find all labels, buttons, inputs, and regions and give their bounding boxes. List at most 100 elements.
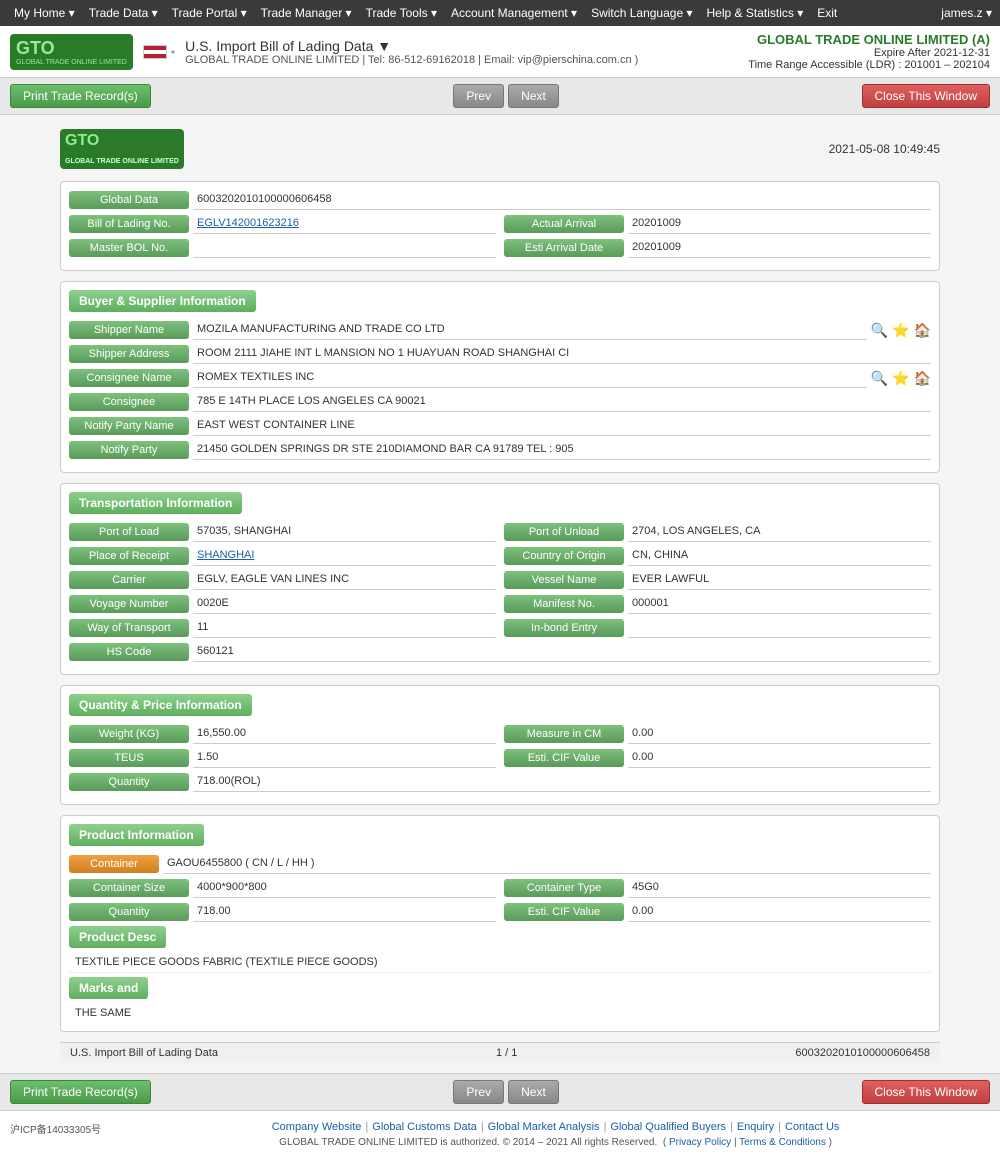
vessel-name-col: Vessel Name EVER LAWFUL <box>504 570 931 590</box>
place-receipt-col: Place of Receipt SHANGHAI <box>69 546 496 566</box>
weight-value: 16,550.00 <box>193 724 496 744</box>
measure-value: 0.00 <box>628 724 931 744</box>
notify-party-value: 21450 GOLDEN SPRINGS DR STE 210DIAMOND B… <box>193 440 931 460</box>
bol-value[interactable]: EGLV142001623216 <box>193 214 496 234</box>
quantity-value: 718.00(ROL) <box>193 772 931 792</box>
global-market-link[interactable]: Global Market Analysis <box>488 1121 600 1133</box>
notify-party-name-value: EAST WEST CONTAINER LINE <box>193 416 931 436</box>
product-esti-cif-label: Esti. CIF Value <box>504 903 624 921</box>
shipper-address-label: Shipper Address <box>69 345 189 363</box>
notify-party-name-label: Notify Party Name <box>69 417 189 435</box>
consignee-star-icon[interactable]: ⭐ <box>892 370 909 387</box>
place-receipt-value[interactable]: SHANGHAI <box>193 546 496 566</box>
esti-cif-col: Esti. CIF Value 0.00 <box>504 748 931 768</box>
close-button-bottom[interactable]: Close This Window <box>862 1080 990 1104</box>
next-button-top[interactable]: Next <box>508 84 559 108</box>
company-website-link[interactable]: Company Website <box>272 1121 362 1133</box>
port-load-row: Port of Load 57035, SHANGHAI Port of Unl… <box>69 522 931 542</box>
page-title[interactable]: U.S. Import Bill of Lading Data ▼ <box>185 38 638 54</box>
nav-trade-data[interactable]: Trade Data ▾ <box>83 4 164 22</box>
pagination-bar: U.S. Import Bill of Lading Data 1 / 1 60… <box>60 1042 940 1063</box>
product-desc-section-label: Product Desc <box>69 926 166 948</box>
time-range: Time Range Accessible (LDR) : 201001 – 2… <box>748 59 990 71</box>
terms-conditions-link[interactable]: Terms & Conditions <box>739 1137 826 1148</box>
privacy-policy-link[interactable]: Privacy Policy <box>669 1137 731 1148</box>
actual-arrival-label: Actual Arrival <box>504 215 624 233</box>
carrier-value: EGLV, EAGLE VAN LINES INC <box>193 570 496 590</box>
product-quantity-label: Quantity <box>69 903 189 921</box>
container-type-col: Container Type 45G0 <box>504 878 931 898</box>
port-load-label: Port of Load <box>69 523 189 541</box>
nav-help-statistics[interactable]: Help & Statistics ▾ <box>701 4 810 22</box>
in-bond-label: In-bond Entry <box>504 619 624 637</box>
container-size-row: Container Size 4000*900*800 Container Ty… <box>69 878 931 898</box>
print-record-button-bottom[interactable]: Print Trade Record(s) <box>10 1080 151 1104</box>
product-quantity-value: 718.00 <box>193 902 496 922</box>
nav-trade-portal[interactable]: Trade Portal ▾ <box>166 4 253 22</box>
footer: 沪ICP备14033305号 Company Website | Global … <box>0 1110 1000 1158</box>
container-size-value: 4000*900*800 <box>193 878 496 898</box>
user-info[interactable]: james.z ▾ <box>941 6 992 20</box>
way-transport-col: Way of Transport 11 <box>69 618 496 638</box>
way-transport-label: Way of Transport <box>69 619 189 637</box>
nav-trade-tools[interactable]: Trade Tools ▾ <box>360 4 443 22</box>
record-logo-img: GTO GLOBAL TRADE ONLINE LIMITED <box>60 129 184 169</box>
nav-account-management[interactable]: Account Management ▾ <box>445 4 583 22</box>
bol-row: Bill of Lading No. EGLV142001623216 Actu… <box>69 214 931 234</box>
country-origin-col: Country of Origin CN, CHINA <box>504 546 931 566</box>
nav-switch-language[interactable]: Switch Language ▾ <box>585 4 698 22</box>
record-datetime: 2021-05-08 10:49:45 <box>829 142 940 156</box>
close-button-top[interactable]: Close This Window <box>862 84 990 108</box>
home-icon[interactable]: 🏠 <box>914 322 931 339</box>
notify-party-name-row: Notify Party Name EAST WEST CONTAINER LI… <box>69 416 931 436</box>
shipper-address-value: ROOM 2111 JIAHE INT L MANSION NO 1 HUAYU… <box>193 344 931 364</box>
quantity-price-title: Quantity & Price Information <box>69 694 252 716</box>
master-bol-value <box>193 238 496 258</box>
global-buyers-link[interactable]: Global Qualified Buyers <box>610 1121 726 1133</box>
copyright-text: GLOBAL TRADE ONLINE LIMITED is authorize… <box>279 1137 657 1148</box>
notify-party-label: Notify Party <box>69 441 189 459</box>
voyage-label: Voyage Number <box>69 595 189 613</box>
next-button-bottom[interactable]: Next <box>508 1080 559 1104</box>
enquiry-link[interactable]: Enquiry <box>737 1121 774 1133</box>
vessel-name-label: Vessel Name <box>504 571 624 589</box>
master-bol-label: Master BOL No. <box>69 239 189 257</box>
record-type-label: U.S. Import Bill of Lading Data <box>70 1047 218 1059</box>
print-record-button-top[interactable]: Print Trade Record(s) <box>10 84 151 108</box>
search-icon[interactable]: 🔍 <box>871 322 888 339</box>
top-navigation: My Home ▾ Trade Data ▾ Trade Portal ▾ Tr… <box>0 0 1000 26</box>
actual-arrival-value: 20201009 <box>628 214 931 234</box>
weight-col: Weight (KG) 16,550.00 <box>69 724 496 744</box>
container-type-value: 45G0 <box>628 878 931 898</box>
consignee-home-icon[interactable]: 🏠 <box>914 370 931 387</box>
weight-label: Weight (KG) <box>69 725 189 743</box>
nav-menu[interactable]: My Home ▾ Trade Data ▾ Trade Portal ▾ Tr… <box>8 4 843 22</box>
place-receipt-row: Place of Receipt SHANGHAI Country of Ori… <box>69 546 931 566</box>
port-unload-col: Port of Unload 2704, LOS ANGELES, CA <box>504 522 931 542</box>
header-title-block: U.S. Import Bill of Lading Data ▼ GLOBAL… <box>185 38 638 66</box>
global-data-value: 6003202010100000606458 <box>193 190 931 210</box>
esti-arrival-value: 20201009 <box>628 238 931 258</box>
quantity-price-section: Quantity & Price Information Weight (KG)… <box>60 685 940 805</box>
prev-button-bottom[interactable]: Prev <box>453 1080 504 1104</box>
prev-button-top[interactable]: Prev <box>453 84 504 108</box>
global-customs-link[interactable]: Global Customs Data <box>372 1121 477 1133</box>
nav-my-home[interactable]: My Home ▾ <box>8 4 81 22</box>
weight-row: Weight (KG) 16,550.00 Measure in CM 0.00 <box>69 724 931 744</box>
star-icon[interactable]: ⭐ <box>892 322 909 339</box>
nav-trade-manager[interactable]: Trade Manager ▾ <box>255 4 358 22</box>
contact-us-link[interactable]: Contact Us <box>785 1121 839 1133</box>
in-bond-col: In-bond Entry <box>504 618 931 638</box>
footer-links: Company Website | Global Customs Data | … <box>121 1121 990 1133</box>
way-transport-row: Way of Transport 11 In-bond Entry <box>69 618 931 638</box>
port-load-value: 57035, SHANGHAI <box>193 522 496 542</box>
teus-value: 1.50 <box>193 748 496 768</box>
nav-exit[interactable]: Exit <box>811 4 843 22</box>
container-size-label: Container Size <box>69 879 189 897</box>
carrier-label: Carrier <box>69 571 189 589</box>
container-type-label: Container Type <box>504 879 624 897</box>
country-origin-value: CN, CHINA <box>628 546 931 566</box>
marks-row: Marks and <box>69 977 931 999</box>
consignee-search-icon[interactable]: 🔍 <box>871 370 888 387</box>
container-value: GAOU6455800 ( CN / L / HH ) <box>163 854 931 874</box>
